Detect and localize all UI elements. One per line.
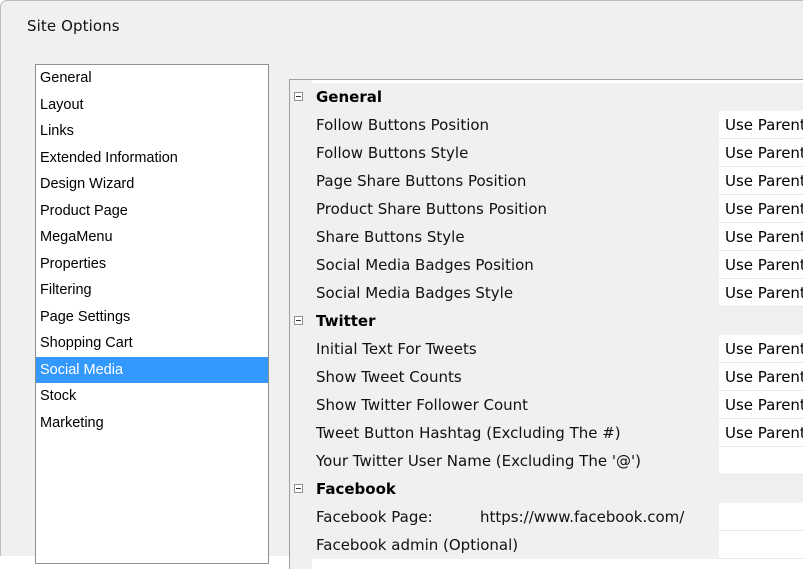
property-value-field[interactable]: Use Parent bbox=[719, 363, 803, 391]
property-name: Follow Buttons Position bbox=[316, 116, 490, 134]
property-name: Follow Buttons Style bbox=[316, 144, 469, 162]
nav-item-extended-information[interactable]: Extended Information bbox=[36, 145, 268, 171]
property-name: Share Buttons Style bbox=[316, 228, 465, 246]
category-label: Twitter bbox=[316, 312, 376, 330]
nav-item-stock[interactable]: Stock bbox=[36, 383, 268, 409]
property-value: Use Parent bbox=[725, 172, 803, 190]
options-nav-list[interactable]: General Layout Links Extended Informatio… bbox=[35, 64, 269, 564]
property-name: Social Media Badges Style bbox=[316, 284, 514, 302]
property-name: Your Twitter User Name (Excluding The '@… bbox=[316, 452, 641, 470]
property-value-field[interactable]: Use Parent bbox=[719, 335, 803, 363]
property-value-field[interactable]: Use Parent bbox=[719, 111, 803, 139]
property-row[interactable]: Facebook admin (Optional) bbox=[290, 531, 803, 559]
property-row[interactable]: Social Media Badges Position Use Parent bbox=[290, 251, 803, 279]
property-value: Use Parent bbox=[725, 340, 803, 358]
property-value: Use Parent bbox=[725, 396, 803, 414]
category-row-twitter[interactable]: Twitter bbox=[290, 307, 803, 335]
property-grid: General Follow Buttons Position Use Pare… bbox=[289, 79, 803, 569]
property-row[interactable]: Follow Buttons Style Use Parent bbox=[290, 139, 803, 167]
property-name: Show Tweet Counts bbox=[316, 368, 462, 386]
property-row[interactable]: Tweet Button Hashtag (Excluding The #) U… bbox=[290, 419, 803, 447]
property-name: Show Twitter Follower Count bbox=[316, 396, 529, 414]
nav-item-properties[interactable]: Properties bbox=[36, 251, 268, 277]
property-value-field[interactable]: Use Parent bbox=[719, 195, 803, 223]
property-row[interactable]: Product Share Buttons Position Use Paren… bbox=[290, 195, 803, 223]
dialog-title: Site Options bbox=[27, 17, 120, 35]
nav-item-marketing[interactable]: Marketing bbox=[36, 410, 268, 436]
property-name: Page Share Buttons Position bbox=[316, 172, 527, 190]
nav-item-social-media[interactable]: Social Media bbox=[36, 356, 268, 383]
nav-item-megamenu[interactable]: MegaMenu bbox=[36, 224, 268, 250]
category-label: General bbox=[316, 88, 382, 106]
property-row[interactable]: Social Media Badges Style Use Parent bbox=[290, 279, 803, 307]
nav-item-product-page[interactable]: Product Page bbox=[36, 198, 268, 224]
property-value: Use Parent bbox=[725, 144, 803, 162]
property-value-field[interactable]: Use Parent bbox=[719, 167, 803, 195]
property-value: Use Parent bbox=[725, 284, 803, 302]
property-name: Tweet Button Hashtag (Excluding The #) bbox=[316, 424, 621, 442]
property-row[interactable]: Initial Text For Tweets Use Parent bbox=[290, 335, 803, 363]
site-options-dialog: Site Options General Layout Links Extend… bbox=[0, 0, 803, 569]
nav-item-layout[interactable]: Layout bbox=[36, 92, 268, 118]
property-name: Initial Text For Tweets bbox=[316, 340, 477, 358]
property-name: Product Share Buttons Position bbox=[316, 200, 548, 218]
category-row-general[interactable]: General bbox=[290, 83, 803, 111]
property-value: Use Parent bbox=[725, 424, 803, 442]
property-name: Social Media Badges Position bbox=[316, 256, 534, 274]
property-value-field[interactable] bbox=[719, 531, 803, 559]
property-value: Use Parent bbox=[725, 200, 803, 218]
property-value-field[interactable]: Use Parent bbox=[719, 279, 803, 307]
category-label: Facebook bbox=[316, 480, 396, 498]
property-row[interactable]: Your Twitter User Name (Excluding The '@… bbox=[290, 447, 803, 475]
collapse-minus-icon[interactable] bbox=[294, 92, 303, 101]
property-value-field[interactable] bbox=[719, 503, 803, 531]
property-value: Use Parent bbox=[725, 256, 803, 274]
property-value-field[interactable]: Use Parent bbox=[719, 419, 803, 447]
collapse-minus-icon[interactable] bbox=[294, 316, 303, 325]
property-value-field[interactable]: Use Parent bbox=[719, 391, 803, 419]
property-value-field[interactable]: Use Parent bbox=[719, 223, 803, 251]
property-row[interactable]: Show Twitter Follower Count Use Parent bbox=[290, 391, 803, 419]
nav-item-general[interactable]: General bbox=[36, 65, 268, 91]
property-value-field[interactable]: Use Parent bbox=[719, 251, 803, 279]
nav-item-page-settings[interactable]: Page Settings bbox=[36, 304, 268, 330]
nav-item-filtering[interactable]: Filtering bbox=[36, 277, 268, 303]
property-row[interactable]: Share Buttons Style Use Parent bbox=[290, 223, 803, 251]
nav-item-design-wizard[interactable]: Design Wizard bbox=[36, 171, 268, 197]
collapse-minus-icon[interactable] bbox=[294, 484, 303, 493]
nav-item-links[interactable]: Links bbox=[36, 118, 268, 144]
property-row[interactable]: Follow Buttons Position Use Parent bbox=[290, 111, 803, 139]
property-name: Facebook admin (Optional) bbox=[316, 536, 519, 554]
facebook-url-text: https://www.facebook.com/ bbox=[480, 508, 685, 526]
property-row[interactable]: Page Share Buttons Position Use Parent bbox=[290, 167, 803, 195]
property-value: Use Parent bbox=[725, 228, 803, 246]
property-name: Facebook Page: bbox=[316, 508, 433, 526]
property-value: Use Parent bbox=[725, 368, 803, 386]
property-value-field[interactable] bbox=[719, 447, 803, 475]
property-value-field[interactable]: Use Parent bbox=[719, 139, 803, 167]
property-value: Use Parent bbox=[725, 116, 803, 134]
property-row[interactable]: Facebook Page: https://www.facebook.com/ bbox=[290, 503, 803, 531]
nav-item-shopping-cart[interactable]: Shopping Cart bbox=[36, 330, 268, 356]
property-row[interactable]: Show Tweet Counts Use Parent bbox=[290, 363, 803, 391]
category-row-facebook[interactable]: Facebook bbox=[290, 475, 803, 503]
